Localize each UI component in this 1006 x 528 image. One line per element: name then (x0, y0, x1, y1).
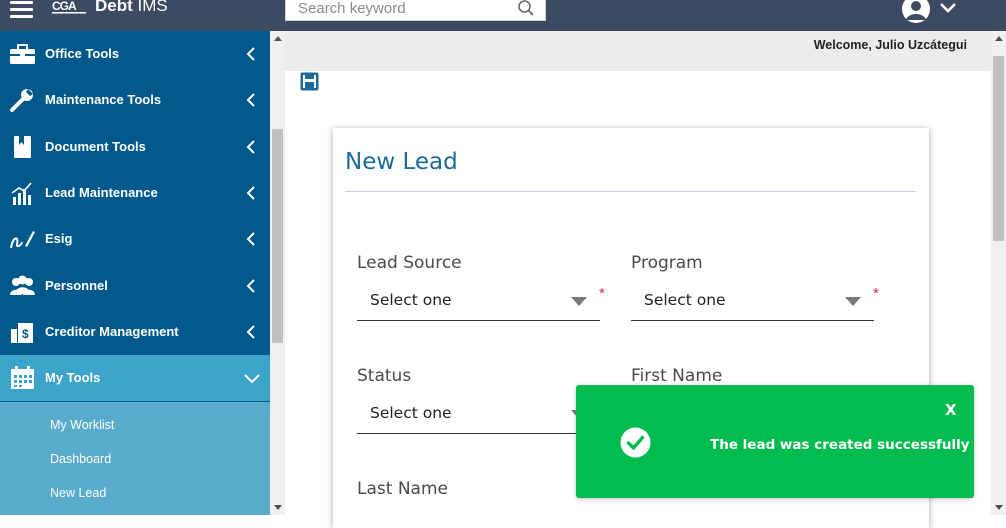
lead-source-label: Lead Source (357, 253, 462, 273)
sidebar-item-document-tools[interactable]: Document Tools (0, 124, 270, 170)
search-box (285, 0, 546, 21)
main-scrollbar[interactable] (991, 31, 1006, 515)
sidebar-item-maintenance-tools[interactable]: Maintenance Tools (0, 77, 270, 123)
success-toast: The lead was created successfully X (576, 385, 974, 498)
save-icon[interactable] (300, 72, 319, 91)
submenu-item-new-lead[interactable]: New Lead (50, 486, 106, 500)
submenu-item-dashboard[interactable]: Dashboard (50, 452, 111, 466)
app-name: Debt IMS (95, 0, 168, 15)
sidebar-item-office-tools[interactable]: Office Tools (0, 31, 270, 77)
chevron-left-icon (246, 186, 255, 200)
sidebar-item-creditor-management[interactable]: $ Creditor Management (0, 309, 270, 355)
lead-source-select[interactable]: Select one (357, 285, 600, 321)
company-logo: CGA (52, 0, 86, 14)
select-value: Select one (370, 291, 452, 309)
status-select[interactable]: Select one (357, 398, 600, 434)
toast-close-button[interactable]: X (945, 401, 957, 419)
user-avatar-icon[interactable] (901, 0, 931, 24)
required-asterisk: * (873, 285, 879, 302)
chevron-left-icon (246, 232, 255, 246)
sidebar-scrollbar[interactable] (270, 31, 285, 515)
required-asterisk: * (599, 285, 605, 302)
first-name-label: First Name (631, 366, 723, 386)
search-input[interactable] (298, 0, 508, 17)
submenu-item-my-worklist[interactable]: My Worklist (50, 418, 114, 432)
scroll-up-arrow-icon[interactable] (274, 36, 282, 41)
scrollbar-thumb[interactable] (993, 56, 1004, 241)
program-select[interactable]: Select one (631, 285, 874, 321)
wrench-icon (10, 89, 33, 112)
select-value: Select one (644, 291, 726, 309)
sidebar-item-lead-maintenance[interactable]: Lead Maintenance (0, 170, 270, 216)
sidebar-item-personnel[interactable]: Personnel (0, 263, 270, 309)
briefcase-icon (10, 44, 35, 64)
sidebar-item-label: Lead Maintenance (45, 185, 158, 200)
svg-text:CGA: CGA (52, 0, 77, 13)
divider (345, 191, 916, 192)
my-tools-submenu: My Worklist Dashboard New Lead (0, 402, 270, 515)
last-name-label: Last Name (357, 479, 448, 499)
sidebar: Office Tools Maintenance Tools Document … (0, 31, 270, 515)
people-icon (10, 275, 35, 295)
sidebar-item-label: Document Tools (45, 139, 146, 154)
chevron-left-icon (246, 279, 255, 293)
scroll-up-arrow-icon[interactable] (995, 36, 1003, 41)
sidebar-item-label: Creditor Management (45, 324, 179, 339)
program-label: Program (631, 253, 703, 273)
calendar-icon (11, 366, 34, 389)
chevron-down-icon (244, 374, 260, 384)
sidebar-item-my-tools[interactable]: My Tools (0, 355, 270, 401)
chevron-down-icon[interactable] (939, 2, 957, 14)
status-label: Status (357, 366, 412, 386)
hamburger-menu-icon[interactable] (10, 0, 33, 18)
scrollbar-thumb[interactable] (272, 129, 283, 343)
sidebar-item-label: Maintenance Tools (45, 92, 162, 107)
chevron-left-icon (246, 325, 255, 339)
welcome-text: Welcome, Julio Uzcátegui (813, 38, 967, 52)
chevron-left-icon (246, 140, 255, 154)
signature-icon (10, 231, 35, 249)
top-header: CGA Debt IMS (0, 0, 1006, 31)
caret-down-icon (571, 297, 587, 306)
chevron-left-icon (246, 93, 255, 107)
sidebar-item-label: Esig (45, 231, 73, 246)
welcome-bar: Welcome, Julio Uzcátegui (285, 31, 991, 71)
sidebar-item-esig[interactable]: Esig (0, 216, 270, 262)
bar-chart-icon (11, 182, 32, 205)
scroll-down-arrow-icon[interactable] (274, 505, 282, 510)
select-value: Select one (370, 404, 452, 422)
toast-message: The lead was created successfully (710, 437, 970, 453)
sidebar-item-label: Office Tools (45, 46, 120, 61)
svg-text:$: $ (22, 327, 29, 341)
search-icon[interactable] (517, 0, 535, 17)
chevron-left-icon (246, 47, 255, 61)
book-icon (14, 136, 31, 158)
scroll-down-arrow-icon[interactable] (995, 505, 1003, 510)
sidebar-item-label: My Tools (45, 370, 101, 385)
check-circle-icon (620, 427, 651, 458)
form-title: New Lead (345, 149, 458, 175)
caret-down-icon (845, 297, 861, 306)
creditor-icon: $ (11, 323, 33, 343)
sidebar-item-label: Personnel (45, 278, 108, 293)
